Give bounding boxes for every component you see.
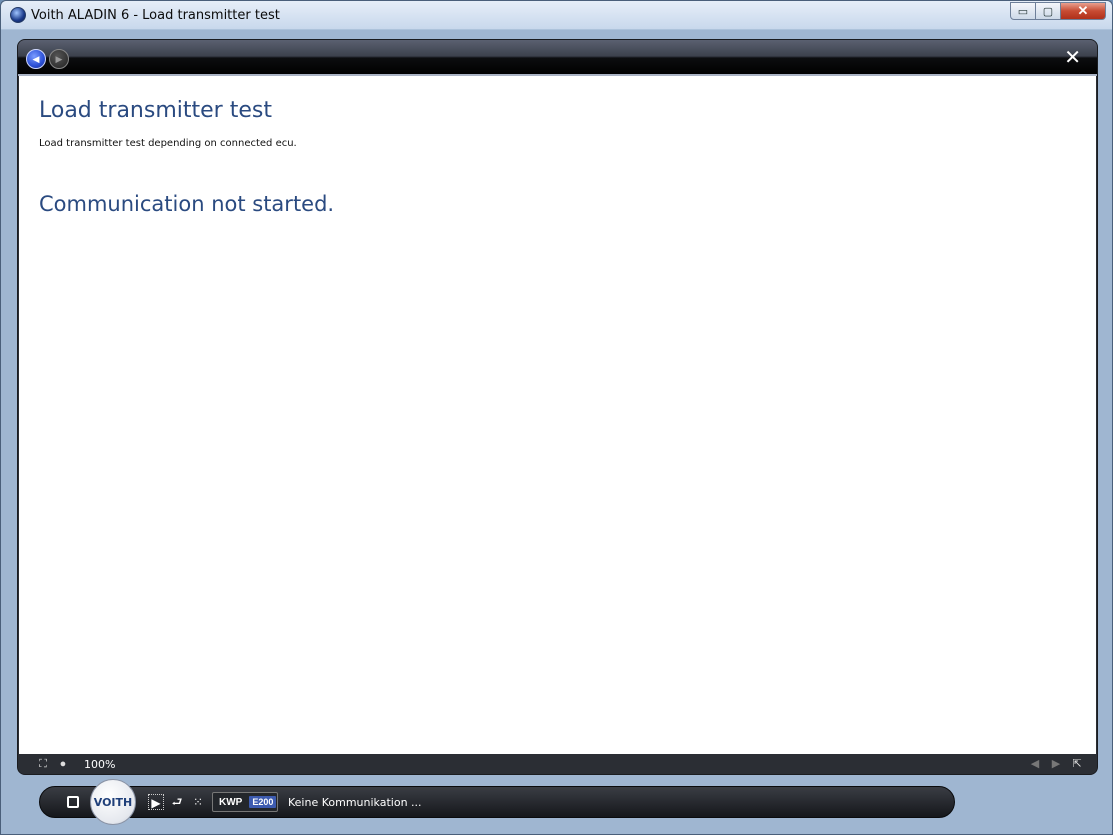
close-window-button[interactable]: ✕: [1060, 2, 1106, 20]
window-title: Voith ALADIN 6 - Load transmitter test: [31, 8, 280, 23]
page-title: Load transmitter test: [39, 98, 272, 123]
connection-status-text: Keine Kommunikation ...: [288, 796, 422, 809]
aladin-app-icon: [10, 7, 26, 23]
title-bar[interactable]: Voith ALADIN 6 - Load transmitter test ▭…: [1, 1, 1112, 29]
protocol-label: KWP: [219, 796, 243, 808]
page-description: Load transmitter test depending on conne…: [39, 138, 297, 149]
search-icon[interactable]: ●: [56, 757, 70, 771]
arrow-left-icon: ◀: [32, 53, 40, 64]
stop-square-icon[interactable]: [67, 796, 79, 808]
expand-icon[interactable]: ⇱: [1070, 757, 1084, 771]
window-controls: ▭ ▢ ✕: [1010, 2, 1106, 20]
play-icon[interactable]: ▶: [148, 794, 164, 810]
viewer-status-bar: ⛶ ● 100% ◀ ▶ ⇱: [18, 754, 1097, 774]
communication-status-message: Communication not started.: [39, 192, 335, 216]
minimize-button[interactable]: ▭: [1010, 2, 1036, 20]
close-icon: ✕: [1064, 47, 1081, 69]
voith-logo-button[interactable]: VOITH: [90, 779, 136, 825]
content-area: Load transmitter test Load transmitter t…: [19, 76, 1096, 754]
repeat-icon[interactable]: ⮐: [169, 794, 185, 810]
main-panel: ◀ ▶ ✕ Load transmitter test Load transmi…: [17, 39, 1098, 775]
navigation-bar: ◀ ▶ ✕: [18, 40, 1097, 76]
protocol-indicator[interactable]: KWP E200: [212, 792, 278, 812]
app-window: Voith ALADIN 6 - Load transmitter test ▭…: [0, 0, 1113, 835]
page-prev-icon[interactable]: ◀: [1028, 757, 1042, 771]
fit-screen-icon[interactable]: ⛶: [36, 757, 50, 771]
arrow-right-icon: ▶: [55, 53, 63, 64]
forward-button[interactable]: ▶: [49, 49, 69, 69]
zoom-level: 100%: [84, 758, 116, 771]
close-panel-button[interactable]: ✕: [1064, 48, 1081, 68]
page-next-icon[interactable]: ▶: [1049, 757, 1063, 771]
ecu-badge: E200: [249, 796, 277, 808]
grid-icon[interactable]: ⁙: [190, 794, 206, 810]
back-button[interactable]: ◀: [26, 49, 46, 69]
voith-logo-text: VOITH: [93, 795, 133, 809]
maximize-button[interactable]: ▢: [1035, 2, 1061, 20]
